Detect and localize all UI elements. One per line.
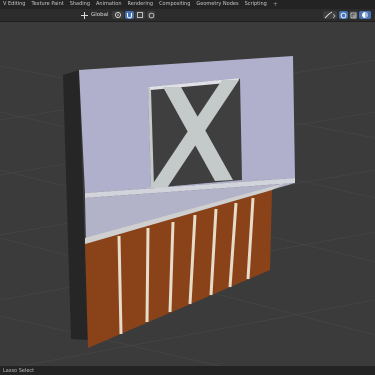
snap-icon bbox=[127, 12, 132, 18]
wall-object[interactable] bbox=[63, 56, 295, 348]
gizmo-icon bbox=[324, 11, 336, 19]
snap-toggle-button[interactable] bbox=[125, 11, 134, 19]
tab-animation[interactable]: Animation bbox=[93, 0, 125, 9]
tab-geometry-nodes[interactable]: Geometry Nodes bbox=[193, 0, 241, 9]
viewport-scene bbox=[0, 56, 375, 366]
overlay-icon bbox=[340, 12, 347, 18]
gizmo-toggle-button[interactable] bbox=[323, 11, 337, 19]
tab-uv-editing[interactable]: V Editing bbox=[0, 0, 28, 9]
snap-target-button[interactable] bbox=[135, 11, 145, 19]
transform-orientation-icon bbox=[81, 11, 88, 19]
shading-mode-icon bbox=[362, 12, 368, 18]
tab-texture-paint[interactable]: Texture Paint bbox=[28, 0, 66, 9]
status-hint: Lasso Select bbox=[3, 367, 35, 374]
viewport-header: Global bbox=[0, 9, 375, 22]
tab-scripting[interactable]: Scripting bbox=[242, 0, 270, 9]
xray-toggle-button[interactable] bbox=[349, 11, 358, 19]
overlay-toggle-button[interactable] bbox=[339, 11, 348, 19]
snap-target-icon bbox=[137, 12, 143, 18]
pivot-point-button[interactable] bbox=[112, 11, 124, 19]
3d-viewport[interactable] bbox=[0, 22, 375, 366]
proportional-edit-button[interactable] bbox=[147, 11, 155, 19]
tab-rendering[interactable]: Rendering bbox=[125, 0, 157, 9]
shading-mode-button[interactable] bbox=[359, 11, 371, 19]
add-workspace-button[interactable]: + bbox=[270, 0, 281, 9]
tab-compositing[interactable]: Compositing bbox=[156, 0, 193, 9]
orientation-value: Global bbox=[91, 12, 109, 18]
xray-icon bbox=[350, 12, 357, 18]
pivot-icon bbox=[115, 12, 121, 18]
tab-shading[interactable]: Shading bbox=[67, 0, 93, 9]
status-bar: Lasso Select bbox=[0, 366, 375, 375]
proportional-edit-icon bbox=[148, 12, 154, 18]
workspace-tab-bar: V Editing Texture Paint Shading Animatio… bbox=[0, 0, 375, 9]
